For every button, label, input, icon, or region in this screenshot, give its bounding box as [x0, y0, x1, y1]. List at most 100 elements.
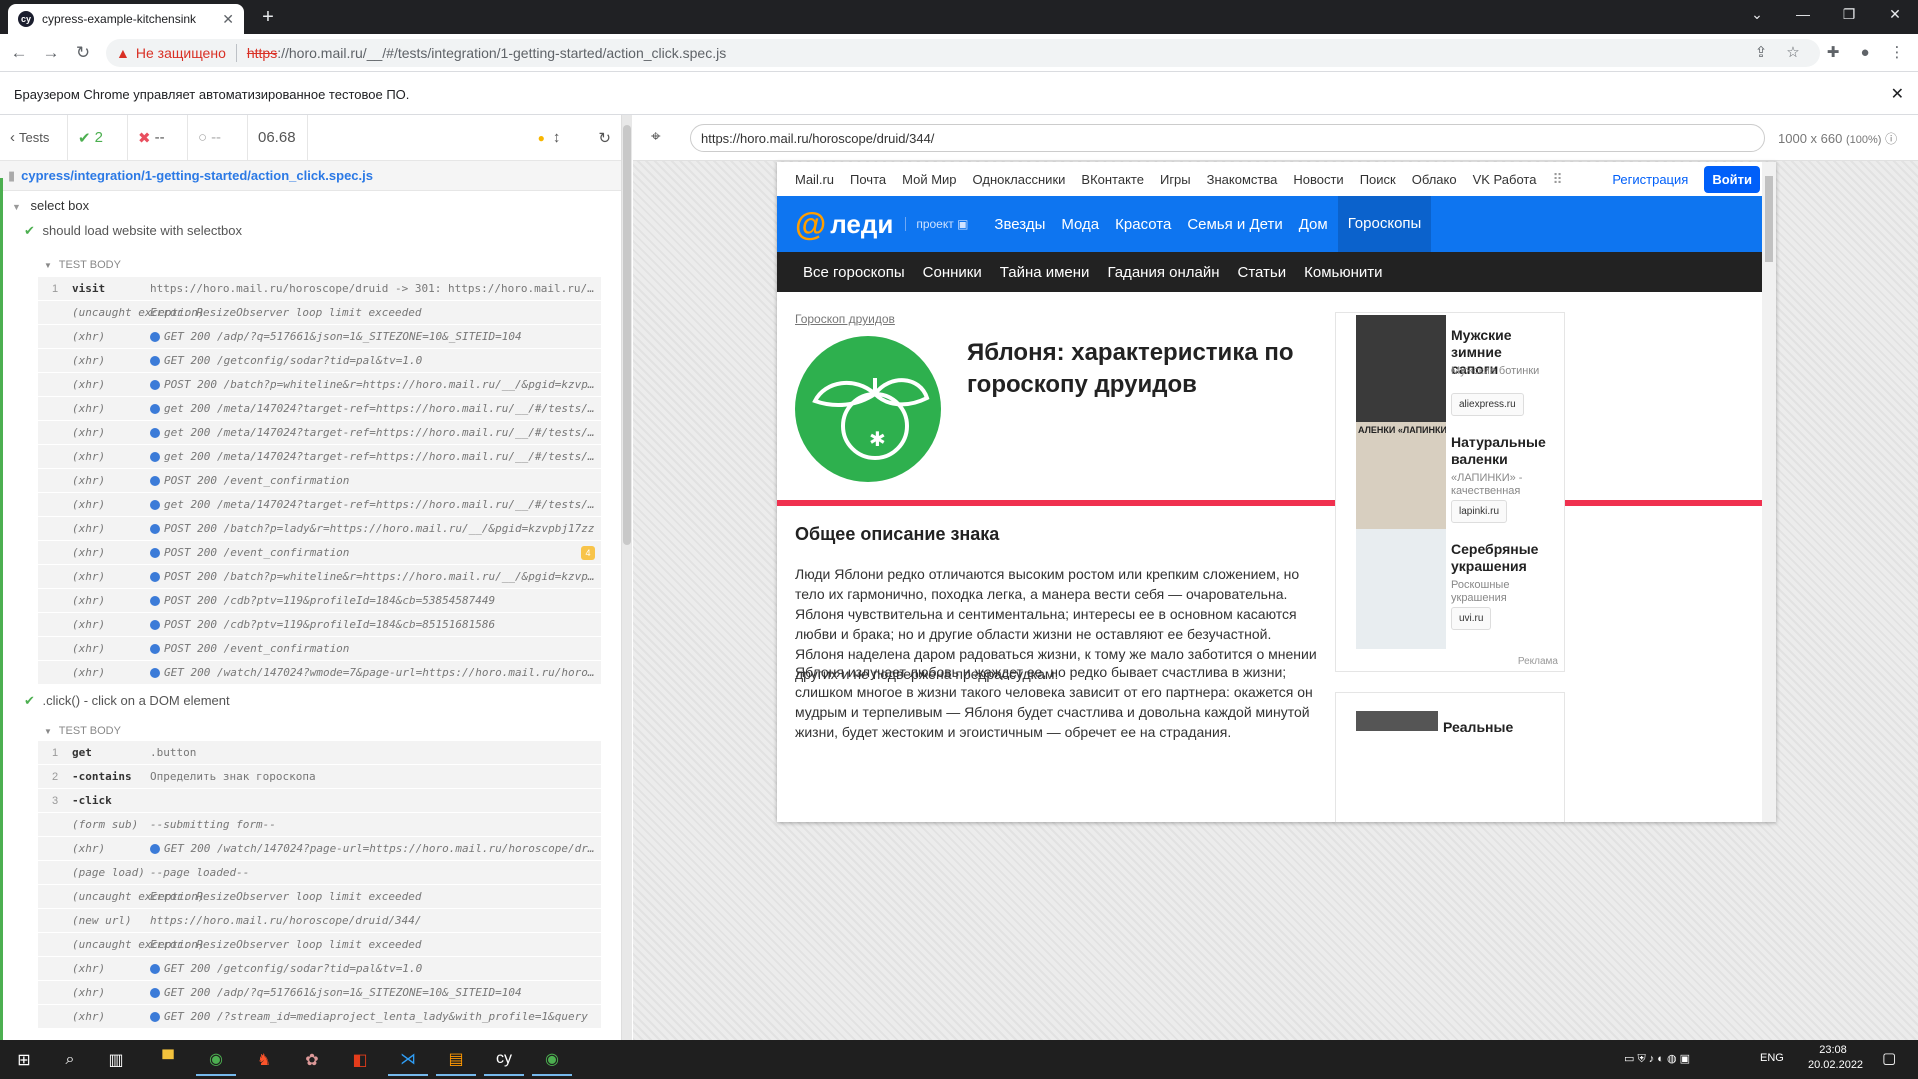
ad-item[interactable]: Серебряные украшения Роскошные украшения u…: [1356, 529, 1546, 657]
task-view-icon[interactable]: ▥: [96, 1044, 136, 1076]
sub-nav-item[interactable]: Все гороскопы: [803, 264, 905, 281]
portal-link[interactable]: Знакомства: [1207, 172, 1278, 187]
app-icon[interactable]: ✿: [292, 1044, 332, 1076]
nav-item[interactable]: Дом: [1299, 216, 1328, 233]
portal-link[interactable]: ВКонтакте: [1081, 172, 1144, 187]
new-tab-button[interactable]: +: [256, 6, 280, 30]
test-body-header[interactable]: ▼ TEST BODY: [0, 249, 621, 277]
apps-grid-icon[interactable]: ⠿: [1552, 171, 1562, 188]
test-row[interactable]: ✔ should load website with selectbox: [0, 219, 621, 249]
notifications-icon[interactable]: ▢: [1882, 1049, 1896, 1067]
cypress-icon[interactable]: cy: [484, 1044, 524, 1076]
close-tab-icon[interactable]: ✕: [222, 11, 234, 28]
vscode-icon[interactable]: ⋊: [388, 1044, 428, 1076]
not-secure-label[interactable]: Не защищено: [136, 45, 226, 61]
command-row[interactable]: (form sub) --submitting form--: [38, 813, 601, 837]
command-row[interactable]: (xhr) GET 200 /getconfig/sodar?tid=pal&tv…: [38, 349, 601, 373]
command-row[interactable]: (xhr) POST 200 /batch?p=whiteline&r=https…: [38, 565, 601, 589]
nav-item[interactable]: Звезды: [994, 216, 1045, 233]
search-icon[interactable]: ⌕: [50, 1044, 90, 1076]
file-explorer-icon[interactable]: ▀: [148, 1044, 188, 1076]
ad-title[interactable]: Реальные: [1443, 719, 1513, 735]
sublime-icon[interactable]: ▤: [436, 1044, 476, 1076]
tests-back-button[interactable]: ‹ Tests: [0, 115, 68, 160]
command-row[interactable]: (xhr) GET 200 /getconfig/sodar?tid=pal&tv…: [38, 957, 601, 981]
lady-logo[interactable]: @ леди: [795, 206, 893, 243]
command-row[interactable]: (new url) https://horo.mail.ru/horoscope/…: [38, 909, 601, 933]
command-row[interactable]: (page load) --page loaded--: [38, 861, 601, 885]
portal-link[interactable]: Одноклассники: [973, 172, 1066, 187]
command-row[interactable]: 1 visit https://horo.mail.ru/horoscope/dru…: [38, 277, 601, 301]
command-row[interactable]: (xhr) GET 200 /watch/147024?page-url=http…: [38, 837, 601, 861]
aut-url-field[interactable]: https://horo.mail.ru/horoscope/druid/344…: [690, 124, 1765, 152]
ad-image[interactable]: [1356, 711, 1438, 731]
scrollbar-thumb[interactable]: [623, 125, 631, 545]
language-indicator[interactable]: ENG: [1760, 1052, 1784, 1064]
sub-nav-item[interactable]: Гадания онлайн: [1107, 264, 1219, 281]
forward-button[interactable]: →: [40, 42, 62, 64]
nav-item-horoscopes[interactable]: Гороскопы: [1337, 196, 1432, 252]
start-windows-icon[interactable]: ⊞: [4, 1044, 44, 1076]
command-row[interactable]: (xhr) GET 200 /watch/147024?wmode=7&page-…: [38, 661, 601, 685]
portal-link[interactable]: Mail.ru: [795, 172, 834, 187]
command-row[interactable]: (xhr) POST 200 /cdb?ptv=119&profileId=184…: [38, 613, 601, 637]
back-button[interactable]: ←: [8, 42, 30, 64]
office-icon[interactable]: ◧: [340, 1044, 380, 1076]
breadcrumb[interactable]: Гороскоп друидов: [795, 312, 895, 326]
command-row[interactable]: (uncaught exception) Error: ResizeObserve…: [38, 885, 601, 909]
portal-link[interactable]: Мой Мир: [902, 172, 956, 187]
rerun-icon[interactable]: ↻: [598, 129, 611, 147]
reload-button[interactable]: ↻: [72, 42, 94, 64]
command-row[interactable]: (xhr) get 200 /meta/147024?target-ref=htt…: [38, 445, 601, 469]
command-row[interactable]: 3 -click: [38, 789, 601, 813]
close-window-button[interactable]: ✕: [1872, 0, 1918, 30]
portal-link[interactable]: Поиск: [1360, 172, 1396, 187]
command-row[interactable]: (xhr) get 200 /meta/147024?target-ref=htt…: [38, 421, 601, 445]
chrome-icon[interactable]: ◉: [196, 1044, 236, 1076]
command-row[interactable]: (xhr) GET 200 /?stream_id=mediaproject_le…: [38, 1005, 601, 1029]
command-row[interactable]: (xhr) POST 200 /cdb?ptv=119&profileId=184…: [38, 589, 601, 613]
reporter-scrollbar[interactable]: [622, 115, 632, 1040]
portal-link[interactable]: Новости: [1293, 172, 1343, 187]
portal-link[interactable]: VK Работа: [1473, 172, 1537, 187]
command-row[interactable]: (xhr) POST 200 /batch?p=whiteline&r=https…: [38, 373, 601, 397]
ad-domain-button[interactable]: lapinki.ru: [1451, 500, 1508, 523]
share-icon[interactable]: ⇪: [1750, 42, 1772, 64]
ad-image[interactable]: АЛЕНКИ «ЛАПИНКИ»0% ОВЕЧЬЯ ШЕРС: [1356, 422, 1446, 542]
command-row[interactable]: (xhr) POST 200 /event_confirmation 4: [38, 541, 601, 565]
command-row[interactable]: (xhr) get 200 /meta/147024?target-ref=htt…: [38, 397, 601, 421]
chrome-icon[interactable]: ◉: [532, 1044, 572, 1076]
portal-link[interactable]: Игры: [1160, 172, 1191, 187]
bookmark-star-icon[interactable]: ☆: [1782, 42, 1804, 64]
tray-icons[interactable]: ▭ ⛨ ♪ ◐ ◍ ▣: [1624, 1052, 1690, 1066]
selector-playground-icon[interactable]: ⌖: [651, 127, 661, 147]
sub-nav-item[interactable]: Комьюнити: [1304, 264, 1382, 281]
ad-domain-button[interactable]: aliexpress.ru: [1451, 393, 1524, 416]
command-row[interactable]: (uncaught exception) Error: ResizeObserve…: [38, 933, 601, 957]
portal-link[interactable]: Облако: [1412, 172, 1457, 187]
browser-tab[interactable]: cy cypress-example-kitchensink ✕: [8, 4, 244, 34]
sub-nav-item[interactable]: Тайна имени: [1000, 264, 1090, 281]
test-row[interactable]: ✔ .click() - click on a DOM element: [0, 685, 621, 719]
extensions-icon[interactable]: ✚: [1822, 42, 1844, 64]
close-infobar-icon[interactable]: ✕: [1891, 84, 1904, 104]
spec-path[interactable]: cypress/integration/1-getting-started/ac…: [21, 168, 373, 183]
sub-nav-item[interactable]: Статьи: [1238, 264, 1287, 281]
iframe-scrollbar[interactable]: [1762, 162, 1776, 822]
spec-file-row[interactable]: ▮ cypress/integration/1-getting-started/…: [0, 161, 621, 191]
command-row[interactable]: (xhr) POST 200 /event_confirmation: [38, 469, 601, 493]
ad-domain-button[interactable]: uvi.ru: [1451, 607, 1492, 630]
scrollbar-thumb[interactable]: [1765, 176, 1773, 262]
sub-nav-item[interactable]: Сонники: [923, 264, 982, 281]
viewport-info[interactable]: 1000 x 660 (100%) ⓘ: [1778, 130, 1897, 147]
restore-button[interactable]: ❐: [1826, 0, 1872, 30]
command-row[interactable]: 1 get .button: [38, 741, 601, 765]
command-row[interactable]: (xhr) GET 200 /adp/?q=517661&json=1&_SITE…: [38, 325, 601, 349]
nav-item[interactable]: Семья и Дети: [1187, 216, 1282, 233]
ad-image[interactable]: [1356, 529, 1446, 649]
chrome-menu-icon[interactable]: ⋮: [1886, 42, 1908, 64]
command-row[interactable]: (xhr) get 200 /meta/147024?target-ref=htt…: [38, 493, 601, 517]
command-row[interactable]: (uncaught exception) Error: ResizeObserve…: [38, 301, 601, 325]
minimize-button[interactable]: —: [1780, 0, 1826, 30]
tab-search-icon[interactable]: ⌄: [1734, 0, 1780, 30]
